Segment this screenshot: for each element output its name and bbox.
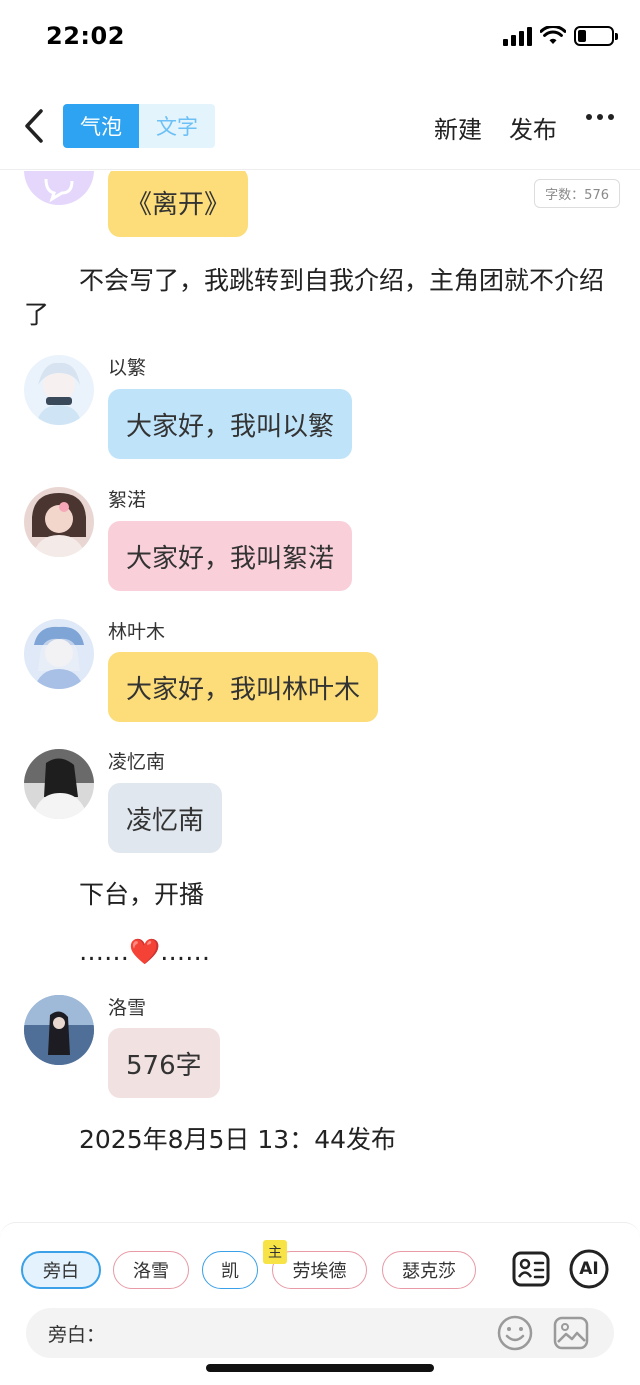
message-bubble[interactable]: 大家好，我叫絮渃 — [108, 521, 353, 591]
speaker-name: 以繁 — [108, 357, 147, 379]
avatar-luoxue[interactable] — [24, 995, 94, 1065]
character-card-button[interactable] — [510, 1248, 552, 1290]
word-count-badge: 字数：576 — [534, 179, 620, 208]
battery-level — [578, 30, 586, 42]
speaker-name: 絮渃 — [108, 489, 147, 511]
avatar-linyemu[interactable] — [24, 619, 94, 689]
speaker-name: 凌忆南 — [108, 751, 166, 773]
back-button[interactable] — [18, 106, 50, 146]
ai-button[interactable]: AI — [568, 1248, 610, 1290]
wifi-icon — [540, 26, 566, 44]
status-time: 22:02 — [46, 22, 125, 50]
smile-emoji-icon — [497, 1315, 533, 1351]
speaker-name: 林叶木 — [108, 621, 166, 643]
anime-avatar-icon — [34, 626, 84, 689]
status-icons — [503, 26, 618, 46]
message-bubble[interactable]: 大家好，我叫以繁 — [108, 389, 353, 459]
narration-text: 下台，开播 — [79, 880, 205, 909]
input-speaker-label: 旁白： — [48, 1324, 106, 1346]
home-indicator[interactable] — [206, 1364, 434, 1372]
ai-label: AI — [579, 1259, 599, 1279]
back-arrow-icon — [25, 109, 43, 143]
character-chip-kai[interactable]: 凯 — [202, 1251, 258, 1289]
anime-avatar-icon — [36, 362, 82, 425]
battery-icon — [574, 26, 618, 46]
avatar-narrator[interactable] — [24, 171, 94, 205]
more-button[interactable] — [586, 114, 614, 120]
editor-panel: 旁白 洛雪 凯 主 劳埃德 瑟克莎 AI 旁白： — [0, 1222, 640, 1385]
more-dots-icon — [586, 114, 592, 120]
chat-content[interactable]: 字数：576 《离开》 不会写了，我跳转到自我介绍，主角团就不介绍了 以繁 大家… — [0, 171, 640, 1221]
photo-avatar-icon — [24, 995, 94, 1065]
avatar-yifan[interactable] — [24, 355, 94, 425]
message-bubble[interactable]: 576字 — [108, 1028, 220, 1098]
character-chip-luoxue[interactable]: 洛雪 — [113, 1251, 189, 1289]
speaker-name: 洛雪 — [108, 997, 147, 1019]
narration-text: 不会写了，我跳转到自我介绍，主角团就不介绍了 — [24, 266, 605, 329]
publish-button[interactable]: 发布 — [509, 110, 557, 145]
narration-text: ……❤️…… — [79, 937, 211, 966]
message-bubble[interactable]: 大家好，我叫林叶木 — [108, 652, 379, 722]
photo-avatar-icon — [24, 749, 94, 819]
character-selector: 旁白 洛雪 凯 主 劳埃德 瑟克莎 — [21, 1240, 476, 1289]
status-bar: 22:02 — [0, 0, 640, 80]
avatar-lingyinan[interactable] — [24, 749, 94, 819]
photo-avatar-icon — [32, 493, 86, 557]
message-bubble[interactable]: 凌忆南 — [108, 783, 223, 853]
new-button[interactable]: 新建 — [434, 110, 482, 145]
main-character-badge: 主 — [263, 1240, 287, 1264]
view-mode-toggle: 气泡 文字 — [63, 104, 215, 148]
avatar-xuruo[interactable] — [24, 487, 94, 557]
cellular-signal-icon — [503, 26, 532, 46]
character-chip-sekesha[interactable]: 瑟克莎 — [382, 1251, 476, 1289]
contact-card-icon — [512, 1251, 550, 1287]
chat-bubble-icon — [44, 178, 74, 203]
message-bubble-title[interactable]: 《离开》 — [108, 171, 249, 237]
character-chip-narrator[interactable]: 旁白 — [21, 1251, 101, 1289]
image-button[interactable] — [552, 1314, 590, 1352]
publish-date-text: 2025年8月5日 13：44发布 — [79, 1125, 397, 1154]
message-input[interactable]: 旁白： — [26, 1308, 614, 1358]
character-chip-laoaide[interactable]: 主 劳埃德 — [263, 1240, 367, 1289]
nav-bar: 气泡 文字 新建 发布 — [0, 90, 640, 170]
tab-text[interactable]: 文字 — [139, 104, 215, 148]
tab-bubble[interactable]: 气泡 — [63, 104, 139, 148]
emoji-button[interactable] — [496, 1314, 534, 1352]
image-picture-icon — [553, 1316, 589, 1350]
